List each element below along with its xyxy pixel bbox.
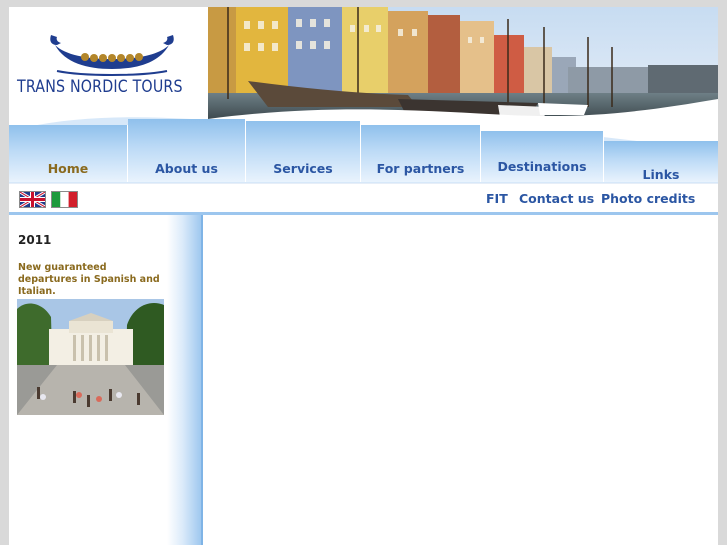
nav-label-services[interactable]: Services bbox=[246, 161, 360, 176]
header-photo bbox=[208, 7, 718, 119]
nav-label-for-partners[interactable]: For partners bbox=[361, 161, 480, 176]
nav-label-home[interactable]: Home bbox=[9, 161, 127, 176]
link-contact-us[interactable]: Contact us bbox=[519, 191, 594, 206]
nav-item-services[interactable]: Services bbox=[246, 121, 361, 182]
link-fit[interactable]: FIT bbox=[486, 191, 508, 206]
sidebar-gradient bbox=[167, 215, 201, 545]
nav-label-about-us[interactable]: About us bbox=[128, 161, 245, 176]
nav-item-destinations[interactable]: Destinations bbox=[481, 131, 604, 182]
nav-item-home[interactable]: Home bbox=[9, 125, 128, 182]
viking-ship-icon bbox=[50, 35, 174, 77]
nav-label-links[interactable]: Links bbox=[604, 167, 718, 182]
nav-item-about-us[interactable]: About us bbox=[128, 119, 246, 182]
page: TRANS NORDIC TOURS Home About us Service… bbox=[9, 7, 718, 545]
italy-flag-icon[interactable] bbox=[51, 191, 78, 208]
uk-flag-icon[interactable] bbox=[19, 191, 46, 208]
nav-item-for-partners[interactable]: For partners bbox=[361, 125, 481, 182]
link-photo-credits[interactable]: Photo credits bbox=[601, 191, 695, 206]
news-text[interactable]: New guaranteed departures in Spanish and… bbox=[18, 262, 168, 298]
nav-item-links[interactable]: Links bbox=[604, 141, 718, 182]
palace-photo[interactable] bbox=[17, 299, 164, 415]
news-year: 2011 bbox=[18, 233, 52, 247]
brand-name: TRANS NORDIC TOURS bbox=[17, 77, 183, 97]
sidebar: 2011 New guaranteed departures in Spanis… bbox=[9, 215, 201, 545]
logo[interactable]: TRANS NORDIC TOURS bbox=[9, 7, 208, 119]
sub-navigation: FIT Contact us Photo credits bbox=[9, 183, 718, 213]
nav-label-destinations[interactable]: Destinations bbox=[481, 159, 603, 174]
main-content bbox=[203, 215, 718, 545]
